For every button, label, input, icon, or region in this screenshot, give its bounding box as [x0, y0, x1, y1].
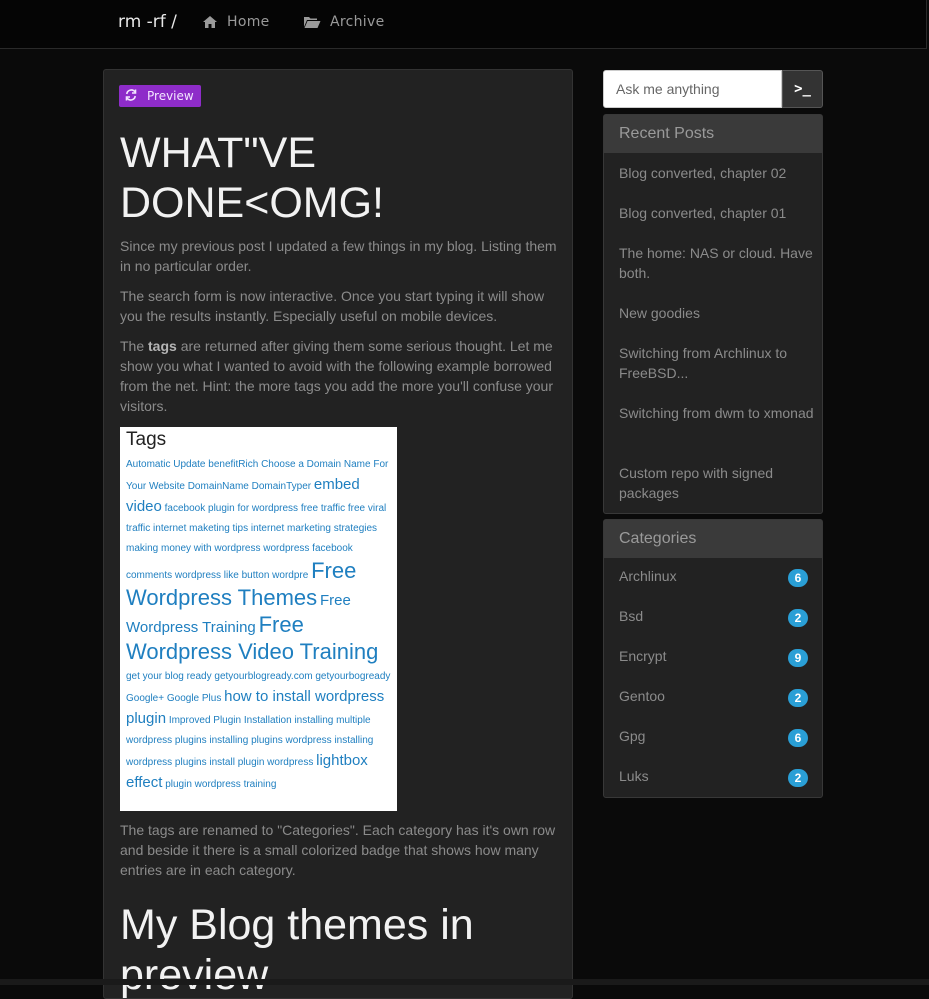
- recent-post-link[interactable]: Custom repo with signed packages: [619, 463, 814, 503]
- categories-heading: Categories: [604, 520, 822, 558]
- category-count-badge: 9: [788, 649, 808, 667]
- recent-post-link[interactable]: Blog converted, chapter 02: [619, 163, 814, 183]
- recent-posts-heading: Recent Posts: [604, 115, 822, 153]
- folder-open-icon: [303, 15, 321, 29]
- search-form: >_: [603, 70, 823, 108]
- recent-post-link[interactable]: Blog converted, chapter 01: [619, 203, 814, 223]
- recent-post-link[interactable]: New goodies: [619, 303, 814, 323]
- text-span: are returned after giving them some seri…: [120, 338, 554, 414]
- category-count-badge: 2: [788, 769, 808, 787]
- category-name: Archlinux: [619, 568, 677, 584]
- category-name: Bsd: [619, 608, 644, 624]
- category-item[interactable]: Luks 2: [604, 758, 822, 798]
- category-count-badge: 6: [788, 729, 808, 747]
- recent-post-link[interactable]: The home: NAS or cloud. Have both.: [619, 243, 814, 283]
- category-count-badge: 6: [788, 569, 808, 587]
- category-name: Gentoo: [619, 688, 665, 704]
- nav-home-label: Home: [227, 14, 270, 30]
- nav-archive-link[interactable]: Archive: [303, 14, 384, 30]
- category-name: Encrypt: [619, 648, 667, 664]
- search-input[interactable]: [603, 70, 782, 108]
- recent-posts-panel: Recent Posts Blog converted, chapter 02 …: [603, 114, 823, 514]
- bold-text: tags: [148, 338, 177, 354]
- category-count-badge: 2: [788, 689, 808, 707]
- top-navbar: rm -rf / Home Archive: [0, 0, 927, 49]
- category-item[interactable]: Archlinux 6: [604, 558, 822, 598]
- blog-post: Preview WHAT"VE DONE<OMG! Since my previ…: [103, 69, 573, 999]
- category-item[interactable]: Gentoo 2: [604, 678, 822, 718]
- recent-post-link[interactable]: Switching from dwm to xmonad: [619, 403, 814, 423]
- preview-badge-label: Preview: [147, 89, 194, 103]
- tag-cloud-title: Tags: [126, 429, 167, 450]
- post-paragraph: Since my previous post I updated a few t…: [120, 238, 557, 274]
- category-item[interactable]: Gpg 6: [604, 718, 822, 758]
- categories-panel: Categories Archlinux 6 Bsd 2 Encrypt 9 G…: [603, 519, 823, 798]
- nav-archive-label: Archive: [330, 14, 385, 30]
- tag-cloud: Automatic Update benefitRich Choose a Do…: [126, 455, 391, 795]
- terminal-icon[interactable]: >_: [782, 70, 823, 108]
- post-paragraph: The search form is now interactive. Once…: [120, 288, 545, 324]
- category-item[interactable]: Bsd 2: [604, 598, 822, 638]
- category-item[interactable]: Encrypt 9: [604, 638, 822, 678]
- text-span: The: [120, 338, 149, 354]
- nav-home-link[interactable]: Home: [202, 14, 270, 30]
- post-paragraph: The tags are renamed to "Categories". Ea…: [120, 822, 556, 878]
- window-bottom-edge: [0, 979, 929, 985]
- site-brand[interactable]: rm -rf /: [118, 12, 177, 32]
- category-name: Luks: [619, 768, 649, 784]
- category-count-badge: 2: [788, 609, 808, 627]
- home-icon: [202, 15, 218, 29]
- preview-badge[interactable]: Preview: [119, 85, 201, 107]
- tag-link: plugin wordpress training: [165, 779, 277, 790]
- recent-post-link[interactable]: Switching from Archlinux to FreeBSD...: [619, 343, 814, 383]
- post-paragraph: The tags are returned after giving them …: [120, 336, 560, 416]
- refresh-icon: [125, 88, 137, 104]
- post-title[interactable]: WHAT"VE DONE<OMG!: [120, 128, 560, 228]
- category-name: Gpg: [619, 728, 646, 744]
- tag-cloud-image: Tags Automatic Update benefitRich Choose…: [120, 427, 397, 811]
